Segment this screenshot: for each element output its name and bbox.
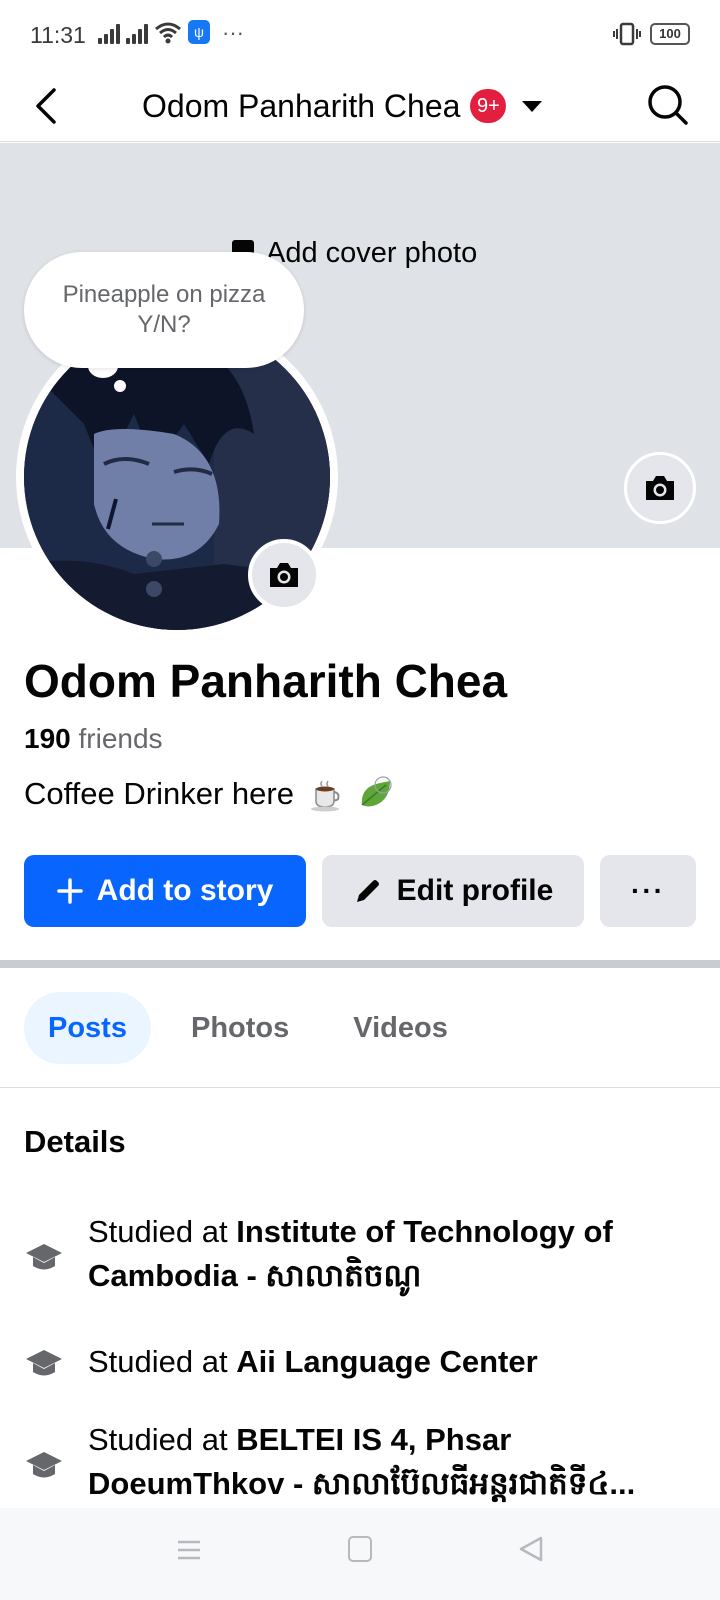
detail-item-education[interactable]: Studied at BELTEI IS 4, Phsar DoeumThkov… bbox=[24, 1418, 696, 1510]
more-options-button[interactable]: ··· bbox=[600, 855, 696, 927]
search-icon[interactable] bbox=[644, 80, 692, 130]
graduation-cap-icon bbox=[26, 1452, 62, 1478]
notification-badge: 9+ bbox=[470, 89, 507, 123]
profile-name: Odom Panharith Chea bbox=[24, 655, 508, 707]
thought-bubble-text: Pineapple on pizza Y/N? bbox=[62, 281, 266, 338]
camera-icon bbox=[270, 563, 298, 587]
add-to-story-button[interactable]: Add to story bbox=[24, 855, 306, 927]
app-header: Odom Panharith Chea 9+ bbox=[0, 70, 720, 142]
detail-prefix: Studied at bbox=[88, 1422, 237, 1457]
home-square-icon[interactable] bbox=[348, 1536, 372, 1562]
add-to-story-label: Add to story bbox=[96, 874, 274, 907]
coffee-cup-icon bbox=[310, 780, 340, 812]
system-nav-bar bbox=[0, 1508, 720, 1600]
back-triangle-icon[interactable] bbox=[516, 1534, 546, 1564]
menu-icon[interactable] bbox=[176, 1538, 202, 1562]
wifi-icon bbox=[155, 22, 181, 44]
status-icons: ψ ··· bbox=[98, 20, 244, 44]
usb-icon: ψ bbox=[188, 20, 210, 44]
battery-icon: 100 bbox=[650, 23, 690, 45]
detail-prefix: Studied at bbox=[88, 1214, 237, 1249]
status-bar: 11:31 ψ ··· 100 bbox=[0, 0, 720, 70]
detail-text: Studied at Aii Language Center bbox=[88, 1340, 688, 1384]
status-time: 11:31 bbox=[30, 22, 86, 48]
signal-icon bbox=[126, 22, 148, 44]
tab-posts[interactable]: Posts bbox=[24, 992, 151, 1064]
header-title: Odom Panharith Chea bbox=[142, 87, 461, 124]
cover-camera-button[interactable] bbox=[624, 452, 696, 524]
section-divider bbox=[0, 960, 720, 968]
profile-tabs: Posts Photos Videos bbox=[24, 992, 472, 1064]
camera-icon bbox=[646, 476, 674, 500]
detail-place[interactable]: Aii Language Center bbox=[236, 1344, 537, 1379]
add-cover-photo-label: Add cover photo bbox=[266, 237, 478, 269]
bubble-tail-dot bbox=[114, 380, 126, 392]
friends-number: 190 bbox=[24, 723, 71, 754]
tab-videos[interactable]: Videos bbox=[329, 992, 472, 1064]
profile-bio: Coffee Drinker here bbox=[24, 775, 394, 813]
detail-text: Studied at Institute of Technology of Ca… bbox=[88, 1210, 688, 1298]
plus-icon bbox=[56, 878, 83, 904]
graduation-cap-icon bbox=[26, 1244, 62, 1270]
edit-profile-label: Edit profile bbox=[396, 874, 554, 907]
detail-prefix: Studied at bbox=[88, 1344, 237, 1379]
tab-photos[interactable]: Photos bbox=[167, 992, 313, 1064]
vibrate-icon bbox=[613, 22, 641, 46]
bio-text: Coffee Drinker here bbox=[24, 776, 294, 811]
status-right: 100 bbox=[612, 22, 690, 46]
caret-down-icon bbox=[522, 100, 543, 112]
detail-text: Studied at BELTEI IS 4, Phsar DoeumThkov… bbox=[88, 1418, 688, 1506]
pencil-icon bbox=[356, 880, 379, 902]
more-dots-icon: ··· bbox=[631, 875, 665, 906]
graduation-cap-icon bbox=[26, 1350, 62, 1376]
tabs-divider bbox=[0, 1087, 720, 1088]
edit-profile-button[interactable]: Edit profile bbox=[322, 855, 584, 927]
status-more-icon: ··· bbox=[222, 20, 244, 45]
thought-bubble[interactable]: Pineapple on pizza Y/N? bbox=[24, 252, 304, 368]
profile-camera-button[interactable] bbox=[248, 539, 320, 611]
profile-switcher[interactable]: Odom Panharith Chea 9+ bbox=[142, 82, 543, 130]
friends-label: friends bbox=[70, 723, 163, 754]
detail-item-education[interactable]: Studied at Aii Language Center bbox=[24, 1340, 696, 1390]
back-arrow-icon[interactable] bbox=[26, 82, 70, 130]
leaf-icon bbox=[361, 776, 392, 807]
details-heading: Details bbox=[24, 1124, 126, 1159]
friends-count[interactable]: 190 friends bbox=[24, 723, 163, 755]
signal-icon bbox=[98, 22, 120, 44]
detail-item-education[interactable]: Studied at Institute of Technology of Ca… bbox=[24, 1210, 696, 1302]
